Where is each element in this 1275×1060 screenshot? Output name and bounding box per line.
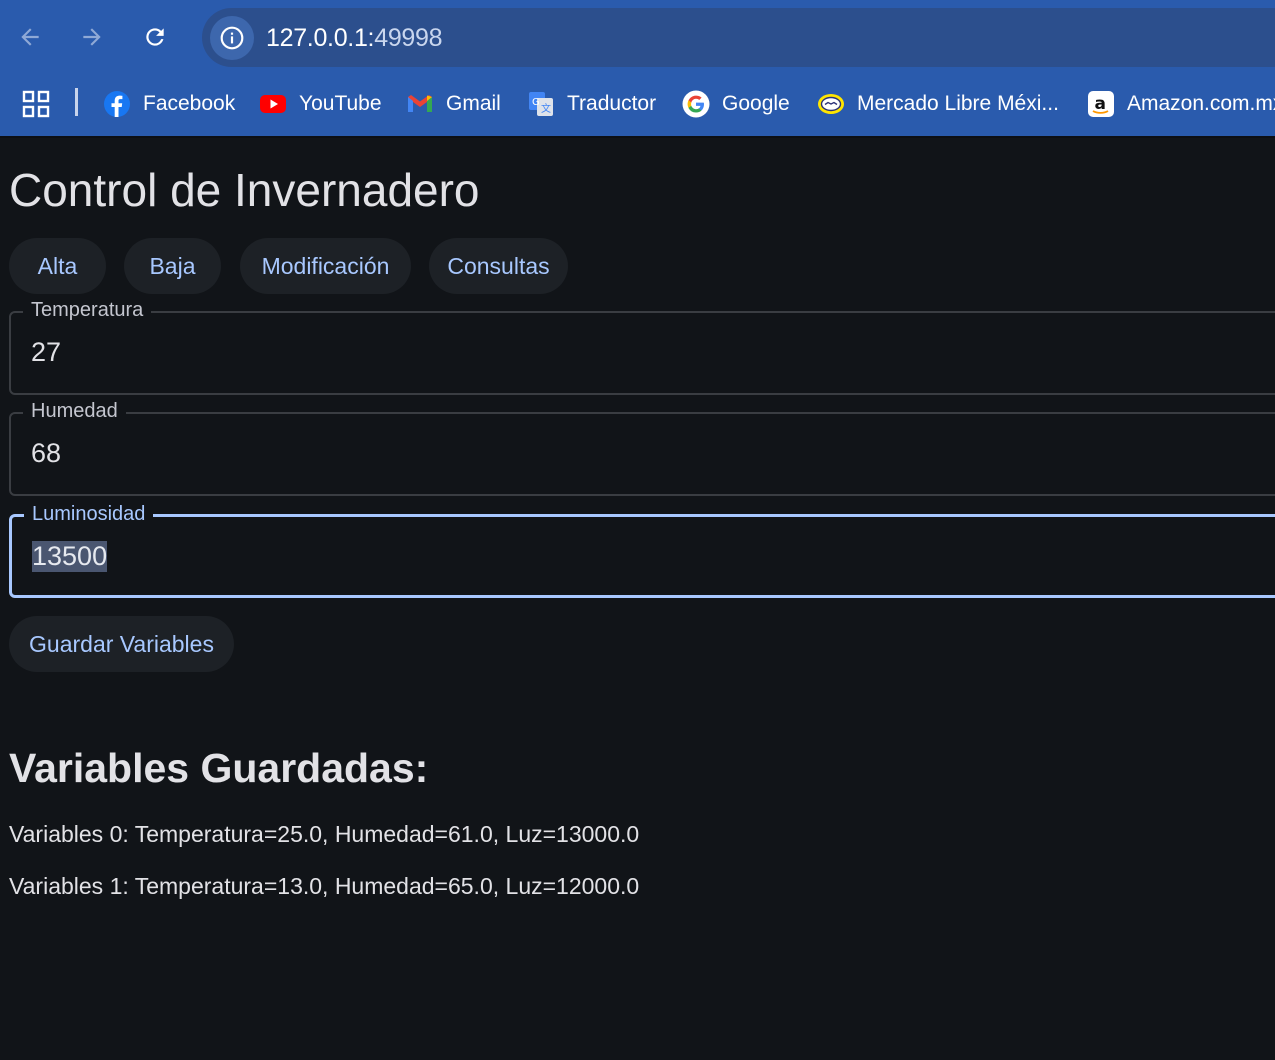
svg-text:文: 文	[541, 102, 551, 115]
luminosidad-value[interactable]: 13500	[32, 541, 108, 572]
bookmark-label: YouTube	[299, 92, 382, 115]
humedad-value[interactable]: 68	[31, 438, 61, 469]
saved-variable-item: Variables 1: Temperatura=13.0, Humedad=6…	[9, 873, 640, 899]
tab-consultas[interactable]: Consultas	[429, 238, 568, 294]
youtube-icon	[260, 95, 286, 113]
saved-variables-title: Variables Guardadas:	[9, 745, 429, 791]
bookmarks-divider	[75, 88, 78, 116]
luminosidad-label: Luminosidad	[24, 503, 154, 526]
bookmark-label: Facebook	[143, 92, 236, 115]
reload-icon	[146, 28, 164, 46]
info-icon	[220, 26, 244, 50]
translate-icon: G文	[529, 92, 553, 116]
bookmark-label: Google	[722, 92, 790, 115]
bookmark-youtube[interactable]: YouTube	[259, 88, 382, 120]
luminosidad-field[interactable]: Luminosidad 13500	[9, 503, 1275, 598]
bookmark-label: Amazon.com.mx	[1127, 92, 1275, 115]
arrow-left-icon	[21, 28, 39, 46]
tab-baja[interactable]: Baja	[124, 238, 221, 294]
svg-text:a: a	[1095, 94, 1106, 114]
svg-text:G: G	[532, 97, 540, 108]
facebook-icon	[104, 91, 130, 117]
saved-variable-item: Variables 0: Temperatura=25.0, Humedad=6…	[9, 821, 640, 847]
bookmark-mercadolibre[interactable]: Mercado Libre Méxi...	[817, 88, 1059, 120]
gmail-icon	[408, 95, 432, 112]
mercadolibre-icon	[818, 94, 844, 114]
address-bar[interactable]: 127.0.0.1:49998	[202, 8, 1275, 67]
bookmarks-bar: Facebook YouTube Gmail G文 Traductor Goog…	[0, 76, 1275, 138]
temperatura-field[interactable]: Temperatura 27	[9, 299, 1275, 395]
site-info-button[interactable]	[210, 16, 254, 60]
page-title: Control de Invernadero	[9, 164, 480, 216]
bookmark-label: Gmail	[446, 92, 501, 115]
back-button[interactable]	[9, 16, 51, 58]
bookmark-amazon[interactable]: a Amazon.com.mx	[1087, 88, 1275, 120]
bookmark-google[interactable]: Google	[682, 88, 790, 120]
apps-grid-icon[interactable]	[22, 90, 50, 118]
humedad-field[interactable]: Humedad 68	[9, 400, 1275, 496]
reload-button[interactable]	[134, 16, 176, 58]
arrow-right-icon	[83, 28, 101, 46]
humedad-label: Humedad	[23, 400, 126, 423]
google-icon	[682, 90, 710, 118]
temperatura-label: Temperatura	[23, 299, 152, 322]
amazon-icon: a	[1088, 91, 1114, 117]
forward-button[interactable]	[71, 16, 113, 58]
bookmark-label: Mercado Libre Méxi...	[857, 92, 1059, 115]
url-port: 49998	[374, 24, 443, 52]
save-variables-button[interactable]: Guardar Variables	[9, 616, 234, 672]
browser-toolbar: 127.0.0.1:49998	[0, 0, 1275, 76]
tab-alta[interactable]: Alta	[9, 238, 106, 294]
bookmark-traductor[interactable]: G文 Traductor	[527, 88, 656, 120]
url-text: 127.0.0.1:49998	[266, 24, 443, 53]
tab-modificacion[interactable]: Modificación	[240, 238, 411, 294]
bookmark-gmail[interactable]: Gmail	[406, 88, 501, 120]
bookmark-label: Traductor	[567, 92, 657, 115]
temperatura-value[interactable]: 27	[31, 337, 61, 368]
url-host: 127.0.0.1:	[266, 24, 375, 52]
bookmark-facebook[interactable]: Facebook	[103, 88, 235, 120]
